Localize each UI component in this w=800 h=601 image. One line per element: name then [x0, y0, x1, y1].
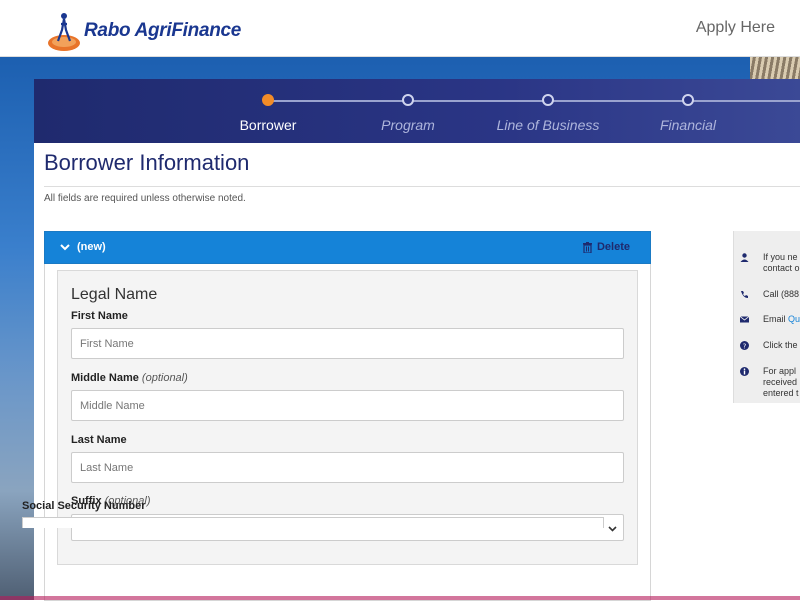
phone-icon — [741, 291, 748, 298]
help-text: For appl received entered t — [763, 366, 799, 399]
legal-name-title: Legal Name — [71, 286, 158, 303]
help-text: Click the — [763, 340, 798, 350]
help-line: For appl — [763, 366, 797, 376]
trash-icon — [582, 241, 592, 253]
step-dot — [682, 94, 694, 106]
accordion-title: (new) — [77, 241, 106, 253]
middle-name-label: Middle Name (optional) — [71, 372, 188, 384]
help-line: If you ne — [763, 252, 798, 262]
step-program[interactable]: Program — [338, 94, 478, 133]
first-name-input[interactable] — [71, 328, 624, 359]
svg-text:?: ? — [743, 343, 747, 351]
bottom-accent-bar — [0, 596, 800, 600]
progress-stepper: Borrower Program Line of Business Financ… — [34, 79, 800, 143]
top-bar: Rabo AgriFinance Apply Here — [0, 0, 800, 57]
step-borrower[interactable]: Borrower — [198, 94, 338, 133]
user-icon — [740, 253, 749, 262]
step-label: Program — [381, 117, 435, 133]
rabo-logo[interactable]: Rabo AgriFinance — [46, 10, 241, 52]
ssn-input[interactable] — [22, 517, 604, 528]
step-dot — [262, 94, 274, 106]
apply-here-link[interactable]: Apply Here — [696, 19, 775, 37]
help-line: entered t — [763, 388, 799, 398]
chevron-down-icon — [608, 526, 617, 532]
help-text: Call (888 — [763, 289, 800, 299]
first-name-label: First Name — [71, 310, 128, 322]
envelope-icon — [740, 316, 749, 323]
first-name-label-text: First Name — [71, 310, 128, 322]
logo-text: Rabo AgriFinance — [84, 20, 242, 41]
page-title: Borrower Information — [44, 150, 250, 175]
required-fields-note: All fields are required unless otherwise… — [44, 193, 246, 204]
question-icon: ? — [740, 341, 749, 350]
last-name-label-text: Last Name — [71, 434, 127, 446]
rabo-logo-icon — [48, 13, 80, 51]
step-financial[interactable]: Financial — [618, 94, 758, 133]
help-line: Email — [763, 314, 789, 324]
last-name-label: Last Name — [71, 434, 127, 446]
optional-tag: (optional) — [141, 372, 188, 384]
step-dot — [402, 94, 414, 106]
borrower-accordion: (new) Delete Legal Name First Name Middl… — [44, 231, 651, 601]
middle-name-label-text: Middle Name — [71, 372, 139, 384]
help-text: Email Qu — [763, 314, 800, 325]
help-text: If you ne contact o — [763, 252, 800, 274]
last-name-input[interactable] — [71, 452, 624, 483]
delete-label: Delete — [596, 241, 630, 253]
delete-button[interactable]: Delete — [582, 241, 630, 253]
step-line-of-business[interactable]: Line of Business — [478, 94, 618, 133]
step-label: Borrower — [239, 117, 297, 133]
info-icon — [740, 367, 749, 376]
help-line: contact o — [763, 263, 800, 273]
step-dot — [542, 94, 554, 106]
help-line: received — [763, 377, 798, 387]
email-link[interactable]: Qu — [788, 314, 800, 324]
chevron-down-icon — [60, 244, 70, 251]
step-label: Line of Business — [496, 117, 600, 133]
accordion-header[interactable]: (new) Delete — [44, 231, 651, 264]
ssn-label: Social Security Number — [22, 500, 146, 512]
help-panel: If you ne contact o Call (888 Email Qu ?… — [733, 231, 800, 403]
step-label: Financial — [659, 117, 717, 133]
title-divider — [44, 186, 800, 187]
middle-name-input[interactable] — [71, 390, 624, 421]
